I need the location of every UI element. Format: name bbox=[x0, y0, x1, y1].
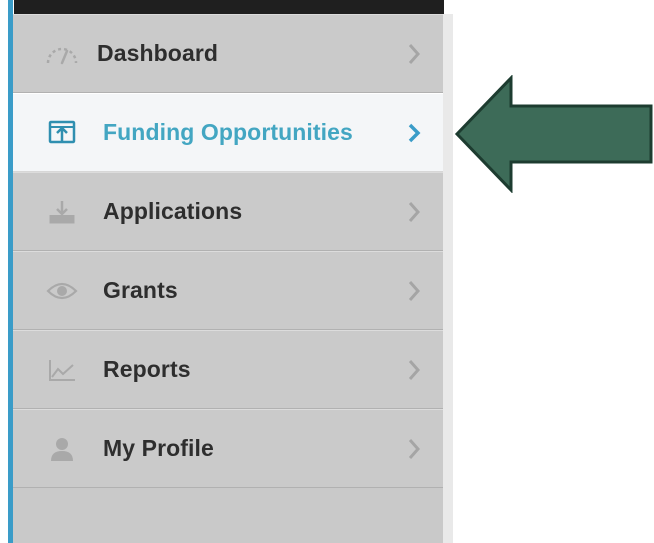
chevron-right-icon bbox=[405, 198, 423, 226]
sidebar-item-label: Reports bbox=[103, 356, 191, 382]
sidebar-item-reports[interactable]: Reports bbox=[13, 330, 443, 409]
sidebar-item-applications[interactable]: Applications bbox=[13, 172, 443, 251]
sidebar-item-grants[interactable]: Grants bbox=[13, 251, 443, 330]
chevron-right-icon bbox=[405, 356, 423, 384]
sidebar-item-label: My Profile bbox=[103, 435, 214, 461]
sidebar-empty-area bbox=[13, 488, 443, 543]
screenshot-stage: Dashboard Funding Opportunities Applicat… bbox=[0, 0, 654, 543]
user-icon bbox=[41, 434, 83, 464]
upload-screen-icon bbox=[41, 118, 83, 148]
sidebar-item-label: Applications bbox=[103, 198, 243, 224]
sidebar-item-dashboard[interactable]: Dashboard bbox=[13, 14, 443, 93]
sidebar-nav: Dashboard Funding Opportunities Applicat… bbox=[13, 14, 453, 543]
sidebar-item-label: Dashboard bbox=[97, 40, 219, 66]
pointer-arrow-icon bbox=[454, 75, 653, 193]
sidebar-item-my-profile[interactable]: My Profile bbox=[13, 409, 443, 488]
line-chart-icon bbox=[41, 355, 83, 385]
speedometer-icon bbox=[41, 39, 83, 69]
chevron-right-icon bbox=[405, 435, 423, 463]
download-tray-icon bbox=[41, 197, 83, 227]
sidebar-item-label: Funding Opportunities bbox=[103, 119, 353, 145]
sidebar-item-label: Grants bbox=[103, 277, 178, 303]
top-bar bbox=[14, 0, 444, 14]
chevron-right-icon bbox=[405, 277, 423, 305]
chevron-right-icon bbox=[405, 119, 423, 147]
eye-icon bbox=[41, 276, 83, 306]
sidebar-item-funding-opportunities[interactable]: Funding Opportunities bbox=[13, 93, 443, 172]
chevron-right-icon bbox=[405, 40, 423, 68]
